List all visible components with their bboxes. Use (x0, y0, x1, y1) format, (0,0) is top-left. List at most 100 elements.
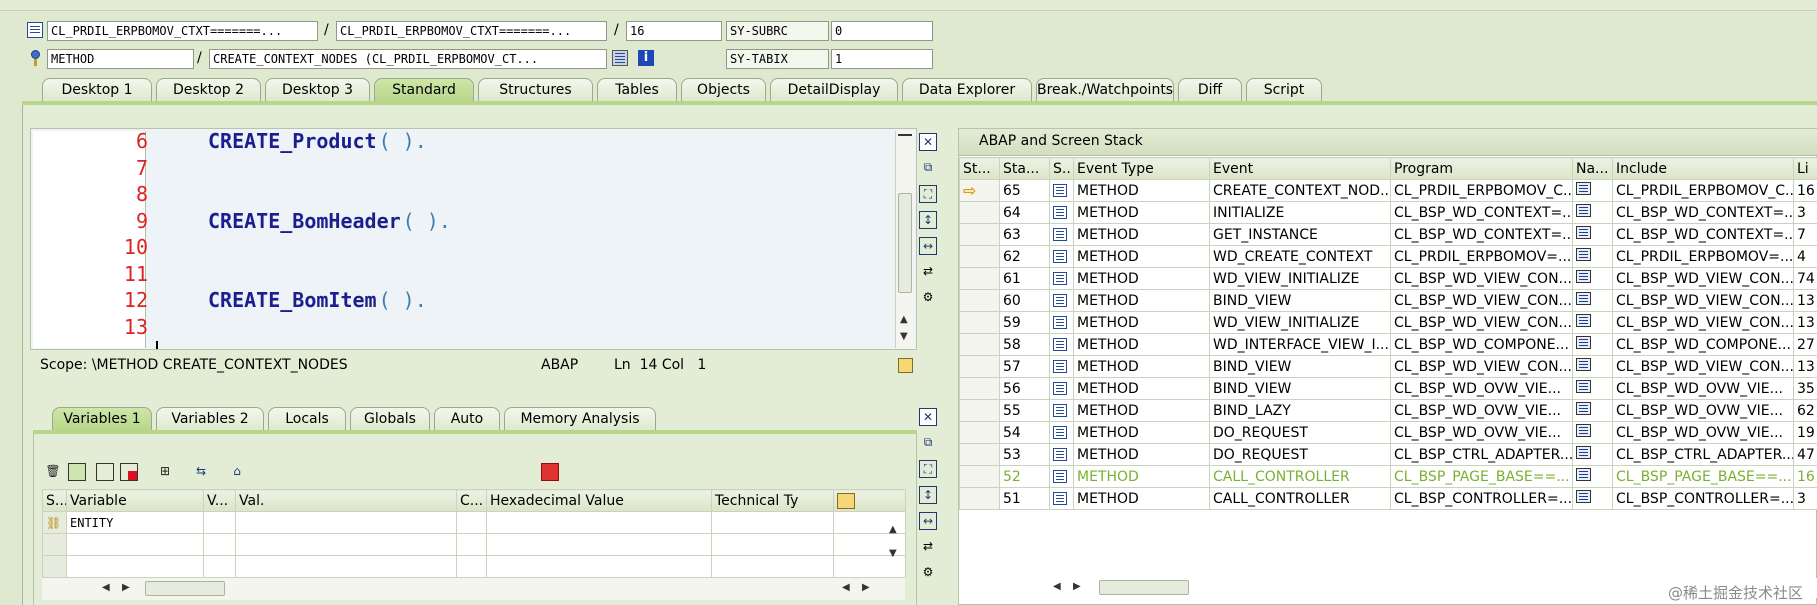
scroll-left-icon[interactable]: ◀ (1053, 581, 1061, 592)
code-editor[interactable]: 6 CREATE_Product( ). 7 8 9 CREATE_BomHeader( … (30, 131, 890, 348)
column-header[interactable]: Hexadecimal Value (486, 489, 712, 512)
line-field[interactable]: 16 (626, 21, 722, 41)
hscroll-thumb[interactable] (1099, 580, 1189, 595)
table-row[interactable]: 60 METHOD BIND_VIEW CL_BSP_WD_VIEW_CON... CL… (959, 289, 1817, 312)
scroll-down-icon[interactable]: ▼ (900, 331, 908, 342)
var-tab-variables-1[interactable]: Variables 1 (52, 407, 152, 431)
scroll-down-icon[interactable]: ▼ (889, 548, 897, 559)
tab-desktop-2[interactable]: Desktop 2 (156, 78, 261, 102)
navigate-icon[interactable] (1576, 380, 1591, 393)
info-icon[interactable]: i (638, 50, 654, 66)
var-tab-memory-analysis[interactable]: Memory Analysis (504, 407, 656, 431)
column-header[interactable]: Program (1390, 157, 1573, 180)
column-header[interactable]: S.. (1049, 157, 1074, 180)
variable-detail-icon[interactable] (68, 463, 86, 481)
table-row[interactable]: 54 METHOD DO_REQUEST CL_BSP_WD_OVW_VIE... CL… (959, 421, 1817, 444)
import-icon[interactable] (96, 463, 114, 481)
column-header[interactable]: St... (959, 157, 1000, 180)
export-icon[interactable] (120, 463, 138, 481)
navigate-icon[interactable] (1576, 336, 1591, 349)
navigate-icon[interactable] (1576, 402, 1591, 415)
transfer-icon[interactable]: ⇆ (192, 463, 210, 481)
column-header[interactable]: C... (456, 489, 487, 512)
method-field[interactable]: CREATE_CONTEXT_NODES (CL_PRDIL_ERPBOMOV_… (209, 49, 607, 69)
navigate-icon[interactable] (1576, 358, 1591, 371)
folder-icon[interactable]: ⌂ (228, 463, 246, 481)
scroll-up-icon[interactable]: ▲ (889, 524, 897, 535)
tab-script[interactable]: Script (1246, 78, 1322, 102)
swap-icon[interactable]: ⇄ (919, 263, 937, 281)
table-row[interactable]: 56 METHOD BIND_VIEW CL_BSP_WD_OVW_VIE... CL_… (959, 377, 1817, 400)
table-row[interactable]: 61 METHOD WD_VIEW_INITIALIZE CL_BSP_WD_VIEW… (959, 267, 1817, 290)
table-row[interactable]: ⇨ 65 METHOD CREATE_CONTEXT_NOD... CL_PRDIL_E… (959, 179, 1817, 202)
type-field[interactable]: METHOD (47, 49, 194, 69)
table-row[interactable]: 62 METHOD WD_CREATE_CONTEXT CL_PRDIL_ERPBOM… (959, 245, 1817, 268)
table-row[interactable]: 53 METHOD DO_REQUEST CL_BSP_CTRL_ADAPTER...… (959, 443, 1817, 466)
full-screen-icon[interactable]: ⛶ (919, 185, 937, 203)
navigate-icon[interactable] (1576, 270, 1591, 283)
tab-detaildisplay[interactable]: DetailDisplay (770, 78, 898, 102)
table-row[interactable] (42, 533, 906, 556)
tab-objects[interactable]: Objects (681, 78, 766, 102)
hscroll-thumb[interactable] (145, 581, 225, 596)
tab-tables[interactable]: Tables (597, 78, 677, 102)
maximize-vertical-icon[interactable]: ↕ (919, 211, 937, 229)
editor-options-icon[interactable] (898, 358, 913, 373)
table-row[interactable]: 64 METHOD INITIALIZE CL_BSP_WD_CONTEXT=... C… (959, 201, 1817, 224)
scroll-right-icon[interactable]: ▶ (122, 582, 130, 593)
scroll-right-icon[interactable]: ▶ (862, 582, 870, 593)
scroll-left-icon[interactable]: ◀ (842, 582, 850, 593)
close-tool-icon[interactable]: ✕ (919, 133, 937, 151)
display-source-icon[interactable] (612, 50, 628, 66)
column-header[interactable]: S... (42, 489, 67, 512)
column-header[interactable]: Variable (66, 489, 204, 512)
navigate-icon[interactable] (1576, 292, 1591, 305)
navigate-icon[interactable] (1576, 468, 1591, 481)
editor-scrollbar[interactable]: ▲ ▼ (895, 131, 914, 348)
scroll-right-icon[interactable]: ▶ (1073, 581, 1081, 592)
replace-tool-icon[interactable]: ⧉ (919, 434, 937, 452)
navigate-icon[interactable] (1576, 424, 1591, 437)
table-row[interactable] (42, 555, 906, 578)
table-row[interactable]: ⛓ ENTITY (42, 511, 906, 534)
table-row[interactable]: 51 METHOD CALL_CONTROLLER CL_BSP_CONTROLLER… (959, 487, 1817, 510)
var-tab-auto[interactable]: Auto (434, 407, 500, 431)
navigate-icon[interactable] (1576, 226, 1591, 239)
tab-structures[interactable]: Structures (478, 78, 593, 102)
column-header[interactable]: Sta... (999, 157, 1050, 180)
hierarchy-icon[interactable]: ⊞ (156, 463, 174, 481)
tab-desktop-1[interactable]: Desktop 1 (42, 78, 152, 102)
column-header[interactable]: V... (203, 489, 236, 512)
tab-data-explorer[interactable]: Data Explorer (902, 78, 1032, 102)
column-header[interactable]: Include (1612, 157, 1794, 180)
column-settings[interactable] (833, 489, 906, 512)
table-row[interactable]: 58 METHOD WD_INTERFACE_VIEW_I... CL_BSP_WD_… (959, 333, 1817, 356)
variable-name[interactable]: ENTITY (70, 516, 113, 530)
tools-icon[interactable]: ⚙ (919, 289, 937, 307)
tab-standard[interactable]: Standard (374, 78, 474, 102)
tab-diff[interactable]: Diff (1178, 78, 1242, 102)
include-field[interactable]: CL_PRDIL_ERPBOMOV_CTXT=======... (336, 21, 607, 41)
replace-tool-icon[interactable]: ⧉ (919, 159, 937, 177)
navigate-icon[interactable] (1576, 314, 1591, 327)
scroll-up-icon[interactable]: ▲ (900, 314, 908, 325)
navigate-icon[interactable] (1576, 446, 1591, 459)
table-row[interactable]: 59 METHOD WD_VIEW_INITIALIZE CL_BSP_WD_VIEW… (959, 311, 1817, 334)
scrollbar-thumb[interactable] (898, 193, 912, 293)
close-tool-icon[interactable]: ✕ (919, 408, 937, 426)
var-tab-variables-2[interactable]: Variables 2 (156, 407, 264, 431)
tab-desktop-3[interactable]: Desktop 3 (265, 78, 370, 102)
navigate-icon[interactable] (1576, 182, 1591, 195)
tab-break-watchpoints[interactable]: Break./Watchpoints (1036, 78, 1174, 102)
column-header[interactable]: Event (1209, 157, 1391, 180)
variables-vscroll[interactable]: ▲ ▼ (885, 512, 903, 576)
navigate-icon[interactable] (1576, 204, 1591, 217)
save-icon[interactable] (541, 463, 559, 481)
variables-hscroll[interactable]: ◀ ▶ ◀ ▶ (42, 577, 905, 600)
delete-icon[interactable]: 🗑 (44, 463, 62, 481)
navigate-icon[interactable] (1576, 490, 1591, 503)
column-header[interactable]: Na... (1572, 157, 1613, 180)
full-screen-icon[interactable]: ⛶ (919, 460, 937, 478)
column-header[interactable]: Event Type (1073, 157, 1210, 180)
class-field[interactable]: CL_PRDIL_ERPBOMOV_CTXT=======... (47, 21, 318, 41)
